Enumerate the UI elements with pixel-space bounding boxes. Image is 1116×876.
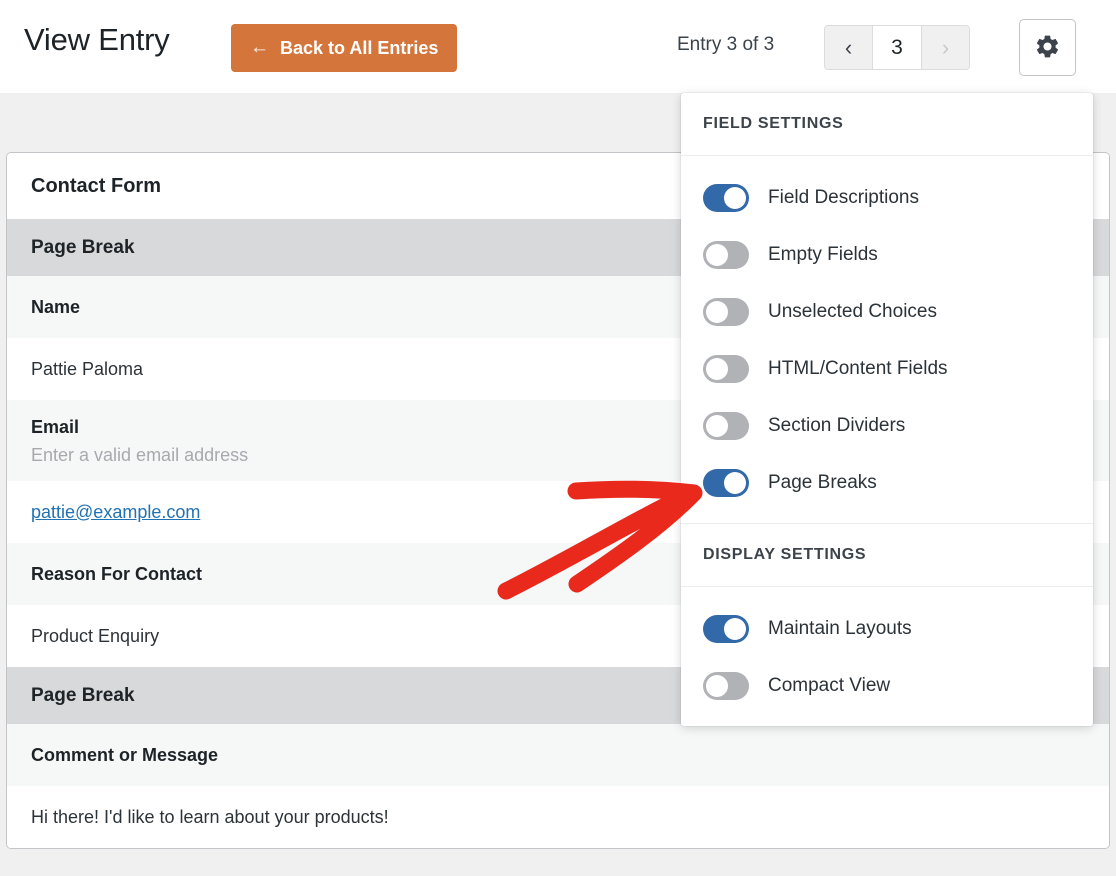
page-header: View Entry ← Back to All Entries Entry 3… bbox=[0, 0, 1116, 93]
toggle-label: HTML/Content Fields bbox=[768, 357, 948, 379]
toggle-unselected-choices[interactable]: Unselected Choices bbox=[681, 283, 1093, 340]
toggle-label: Empty Fields bbox=[768, 243, 878, 265]
toggle-label: Page Breaks bbox=[768, 471, 877, 493]
toggle-switch[interactable] bbox=[703, 354, 749, 383]
display-settings-heading: DISPLAY SETTINGS bbox=[681, 523, 1093, 587]
toggle-empty-fields[interactable]: Empty Fields bbox=[681, 226, 1093, 283]
toggle-label: Unselected Choices bbox=[768, 300, 937, 322]
back-button-label: Back to All Entries bbox=[280, 37, 439, 58]
field-settings-dropdown: FIELD SETTINGS Field Descriptions Empty F… bbox=[681, 93, 1093, 726]
field-label: Comment or Message bbox=[31, 744, 219, 765]
arrow-left-icon: ← bbox=[250, 36, 269, 58]
toggle-html-content-fields[interactable]: HTML/Content Fields bbox=[681, 340, 1093, 397]
toggle-section-dividers[interactable]: Section Dividers bbox=[681, 397, 1093, 454]
field-value: Hi there! I'd like to learn about your p… bbox=[31, 806, 389, 827]
gear-icon bbox=[1034, 33, 1061, 63]
toggle-knob bbox=[706, 414, 728, 437]
toggle-switch[interactable] bbox=[703, 183, 749, 212]
next-entry-button[interactable]: › bbox=[922, 26, 969, 69]
toggle-label: Section Dividers bbox=[768, 414, 906, 436]
toggle-switch[interactable] bbox=[703, 468, 749, 497]
entry-counter: Entry 3 of 3 bbox=[677, 34, 775, 55]
toggle-switch[interactable] bbox=[703, 671, 749, 700]
toggle-knob bbox=[724, 471, 746, 494]
toggle-page-breaks[interactable]: Page Breaks bbox=[681, 454, 1093, 511]
toggle-switch[interactable] bbox=[703, 240, 749, 269]
back-to-all-entries-button[interactable]: ← Back to All Entries bbox=[231, 24, 458, 72]
toggle-switch[interactable] bbox=[703, 297, 749, 326]
toggle-field-descriptions[interactable]: Field Descriptions bbox=[681, 169, 1093, 226]
toggle-switch[interactable] bbox=[703, 411, 749, 440]
settings-gear-button[interactable] bbox=[1019, 19, 1076, 76]
toggle-knob bbox=[706, 357, 728, 380]
current-page-number: 3 bbox=[872, 26, 922, 69]
page-title: View Entry bbox=[24, 22, 170, 57]
toggle-maintain-layouts[interactable]: Maintain Layouts bbox=[681, 600, 1093, 657]
field-label-row: Comment or Message bbox=[7, 724, 1109, 786]
toggle-compact-view[interactable]: Compact View bbox=[681, 657, 1093, 714]
field-settings-heading: FIELD SETTINGS bbox=[681, 93, 1093, 156]
toggle-knob bbox=[706, 300, 728, 323]
toggle-knob bbox=[706, 243, 728, 266]
previous-entry-button[interactable]: ‹ bbox=[825, 26, 872, 69]
field-settings-toggle-list: Field Descriptions Empty Fields Unselected… bbox=[681, 156, 1093, 523]
toggle-label: Field Descriptions bbox=[768, 186, 919, 208]
field-value-row: Hi there! I'd like to learn about your p… bbox=[7, 786, 1109, 848]
toggle-knob bbox=[724, 617, 746, 640]
toggle-knob bbox=[706, 674, 728, 697]
entry-pagination: ‹ 3 › bbox=[824, 25, 970, 70]
toggle-label: Maintain Layouts bbox=[768, 617, 912, 639]
toggle-switch[interactable] bbox=[703, 614, 749, 643]
toggle-knob bbox=[724, 186, 746, 209]
toggle-label: Compact View bbox=[768, 674, 891, 696]
display-settings-toggle-list: Maintain Layouts Compact View bbox=[681, 587, 1093, 726]
